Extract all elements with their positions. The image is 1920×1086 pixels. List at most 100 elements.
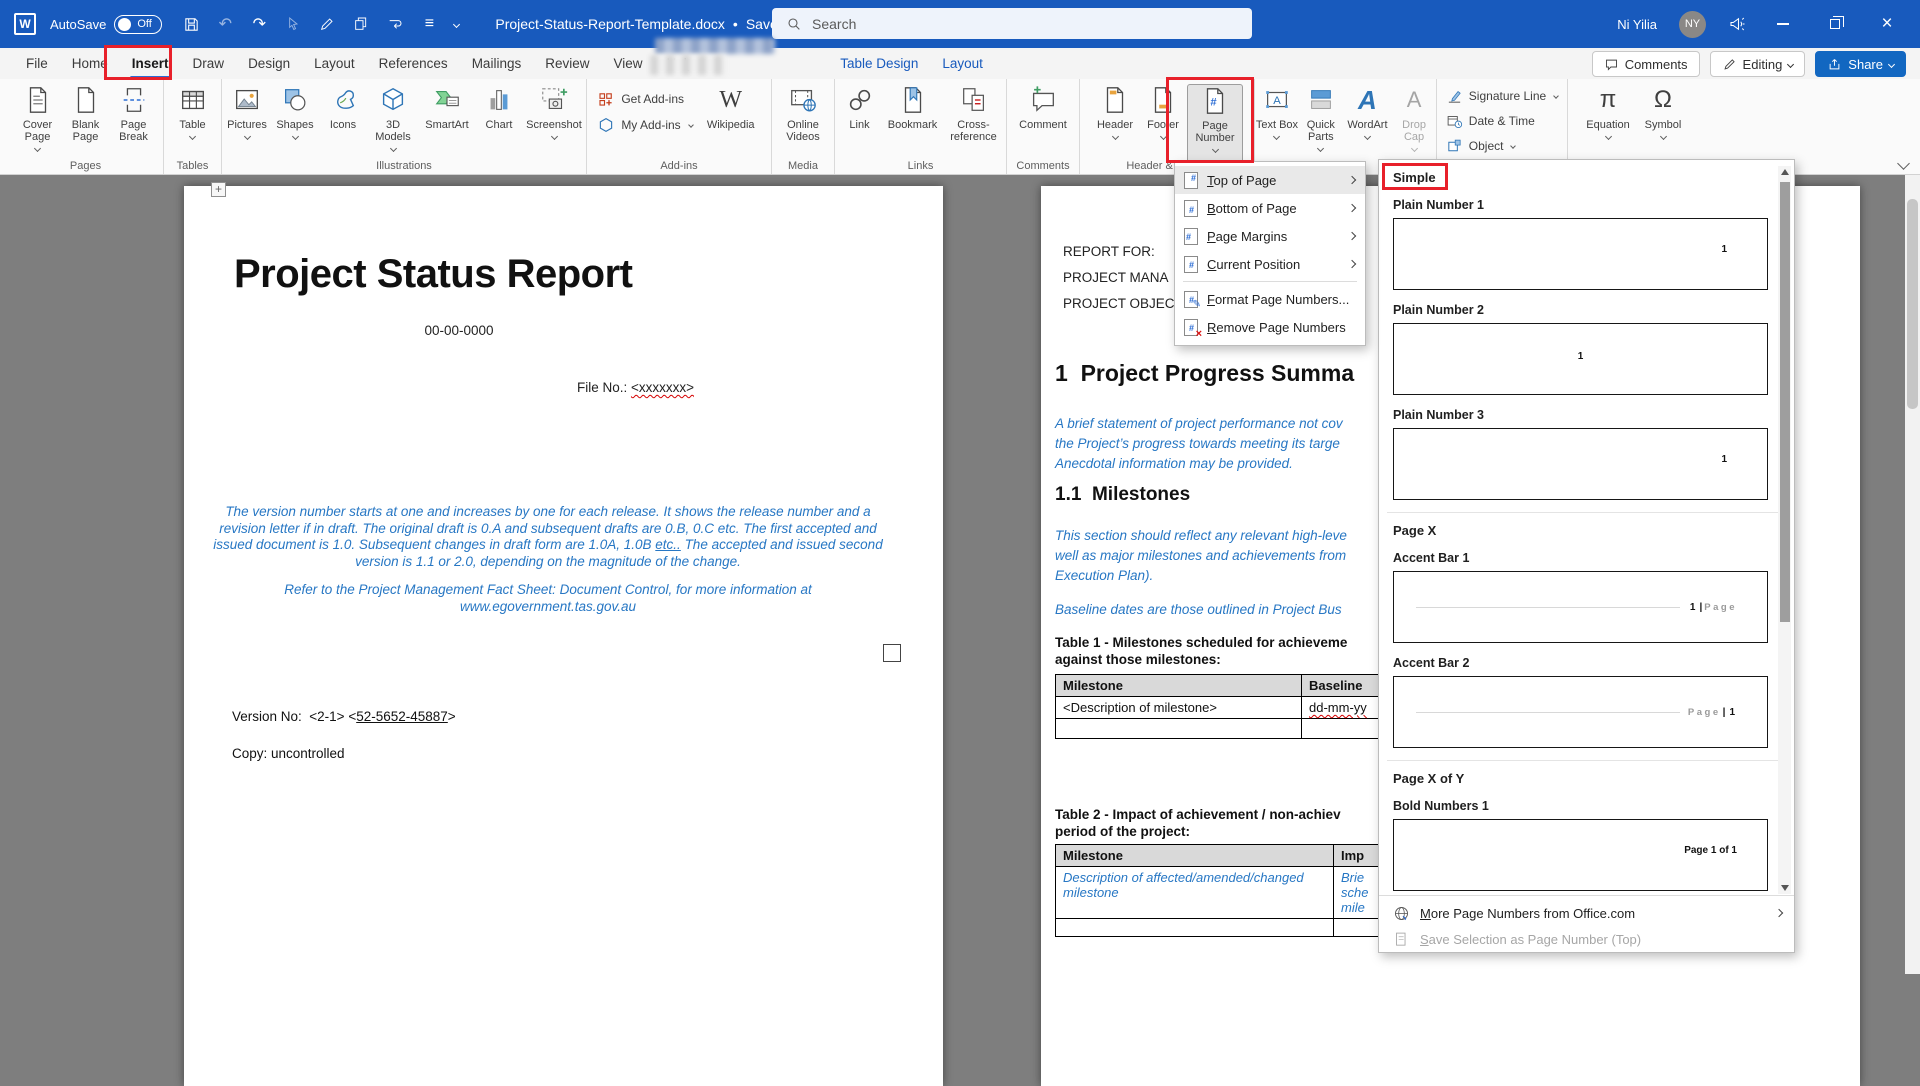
editing-mode-button[interactable]: Editing (1710, 51, 1806, 77)
tab-design[interactable]: Design (236, 48, 302, 79)
tab-file[interactable]: File (14, 48, 60, 79)
link-button[interactable]: Link (836, 84, 884, 131)
text-box-button[interactable]: Text Box (1255, 84, 1299, 139)
doc-checkbox[interactable] (883, 644, 901, 662)
tab-mailings[interactable]: Mailings (460, 48, 534, 79)
tab-table-layout[interactable]: Layout (930, 48, 995, 79)
date-time-button[interactable]: Date & Time (1446, 110, 1558, 132)
scrollbar-thumb[interactable] (1907, 199, 1918, 409)
scroll-down-arrow-icon[interactable] (1781, 885, 1789, 891)
gallery-scrollbar-thumb[interactable] (1780, 182, 1790, 622)
bookmark-button[interactable]: Bookmark (884, 84, 942, 131)
menu-item-bottom-of-page[interactable]: # Bottom of Page (1175, 194, 1365, 222)
cover-page-button[interactable]: Cover Page (14, 84, 62, 151)
tab-insert[interactable]: Insert (120, 48, 181, 79)
text-wrap-icon[interactable] (386, 15, 404, 33)
menu-item-current-position[interactable]: # Current Position (1175, 250, 1365, 278)
close-button[interactable]: × (1872, 9, 1902, 39)
wordart-button[interactable]: AWordArt (1343, 84, 1392, 139)
document-scrollbar[interactable] (1905, 175, 1920, 974)
screenshot-button[interactable]: Screenshot (523, 84, 585, 139)
chart-button[interactable]: Chart (475, 84, 523, 131)
tab-table-design[interactable]: Table Design (828, 48, 930, 79)
comment-button[interactable]: Comment (1013, 84, 1073, 131)
menu-lines-icon[interactable]: ≡ (420, 15, 438, 33)
search-input[interactable]: Search (772, 8, 1252, 39)
comments-button[interactable]: Comments (1592, 51, 1700, 77)
document-page-1[interactable]: + Project Status Report 00-00-0000 File … (184, 186, 943, 1086)
menu-item-format-page-numbers[interactable]: #✎ Format Page Numbers... (1175, 285, 1365, 313)
header-button[interactable]: Header (1091, 84, 1139, 139)
gallery-item-accent-bar-2[interactable]: Page|1 (1393, 676, 1768, 748)
gallery-item-plain-number-1[interactable]: 1 (1393, 218, 1768, 290)
icons-button[interactable]: Icons (319, 84, 367, 131)
redacted-blur (650, 55, 726, 75)
smartart-icon (431, 84, 463, 116)
cross-reference-button[interactable]: Cross-reference (942, 84, 1006, 143)
get-add-ins-button[interactable]: Get Add-ins (597, 88, 692, 110)
autosave-toggle[interactable]: AutoSave Off (50, 15, 162, 34)
tab-view[interactable]: View (601, 48, 654, 79)
wikipedia-icon: W (715, 84, 747, 116)
tab-draw[interactable]: Draw (181, 48, 237, 79)
quick-parts-button[interactable]: Quick Parts (1299, 84, 1343, 151)
table-move-handle-icon[interactable]: + (211, 182, 226, 197)
symbol-button[interactable]: ΩSymbol (1637, 84, 1689, 139)
signature-line-button[interactable]: Signature Line (1446, 85, 1558, 107)
search-icon (786, 16, 802, 32)
copy-icon[interactable] (352, 15, 370, 33)
equation-button[interactable]: πEquation (1579, 84, 1637, 139)
save-selection-button[interactable]: Save Selection as Page Number (Top) (1393, 926, 1768, 952)
my-add-ins-button[interactable]: My Add-ins (597, 114, 692, 136)
undo-icon[interactable]: ↶ (216, 15, 234, 33)
pointer-icon[interactable] (284, 15, 302, 33)
tab-home[interactable]: Home (60, 48, 120, 79)
bookmark-icon (897, 84, 929, 116)
gallery-item-plain-number-2[interactable]: 1 (1393, 323, 1768, 395)
gallery-section-page-x-of-y: Page X of Y (1393, 771, 1768, 786)
scroll-up-arrow-icon[interactable] (1781, 169, 1789, 175)
qat-chevron-down-icon[interactable] (453, 20, 460, 27)
online-videos-button[interactable]: Online Videos (775, 84, 831, 143)
doc-milestones-note: This section should reflect any relevant… (1055, 526, 1347, 586)
collapse-ribbon-chevron-icon[interactable] (1897, 157, 1910, 170)
link-icon (844, 84, 876, 116)
page-number-button[interactable]: Page Number (1187, 84, 1243, 166)
3d-models-button[interactable]: 3D Models (367, 84, 419, 151)
feedback-megaphone-icon[interactable] (1728, 15, 1746, 33)
table-button[interactable]: Table (169, 84, 217, 139)
word-app-icon[interactable]: W (14, 13, 36, 35)
wikipedia-button[interactable]: WWikipedia (701, 84, 761, 131)
gallery-scrollbar[interactable] (1778, 166, 1791, 894)
footer-button[interactable]: Footer (1139, 84, 1187, 139)
gallery-item-bold-numbers-1[interactable]: Page 1 of 1 (1393, 819, 1768, 891)
tab-layout[interactable]: Layout (302, 48, 367, 79)
shapes-button[interactable]: Shapes (271, 84, 319, 139)
menu-item-top-of-page[interactable]: # Top of Page (1175, 166, 1365, 194)
smartart-button[interactable]: SmartArt (419, 84, 475, 131)
more-page-numbers-button[interactable]: More Page Numbers from Office.com (1393, 900, 1768, 926)
save-icon[interactable] (182, 15, 200, 33)
blank-page-button[interactable]: Blank Page (62, 84, 110, 143)
user-name[interactable]: Ni Yilia (1617, 17, 1657, 32)
gallery-item-accent-bar-1[interactable]: 1|Page (1393, 571, 1768, 643)
object-button[interactable]: Object (1446, 135, 1558, 157)
tab-references[interactable]: References (367, 48, 460, 79)
share-button[interactable]: Share (1815, 51, 1906, 77)
restore-button[interactable] (1820, 9, 1850, 39)
saved-separator: • (733, 16, 738, 32)
chevron-down-icon (189, 133, 196, 140)
avatar[interactable]: NY (1679, 11, 1706, 38)
draw-pen-icon[interactable] (318, 15, 336, 33)
preview-page-number: 1 (1578, 351, 1584, 362)
pictures-button[interactable]: Pictures (223, 84, 271, 139)
menu-item-page-margins[interactable]: # Page Margins (1175, 222, 1365, 250)
gallery-item-plain-number-3[interactable]: 1 (1393, 428, 1768, 500)
tab-review[interactable]: Review (533, 48, 601, 79)
menu-item-remove-page-numbers[interactable]: #× Remove Page Numbers (1175, 313, 1365, 341)
submenu-chevron-icon (1348, 260, 1356, 268)
redo-icon[interactable]: ↷ (250, 15, 268, 33)
minimize-button[interactable] (1768, 9, 1798, 39)
drop-cap-button[interactable]: ADrop Cap (1392, 84, 1436, 151)
page-break-button[interactable]: Page Break (110, 84, 158, 143)
